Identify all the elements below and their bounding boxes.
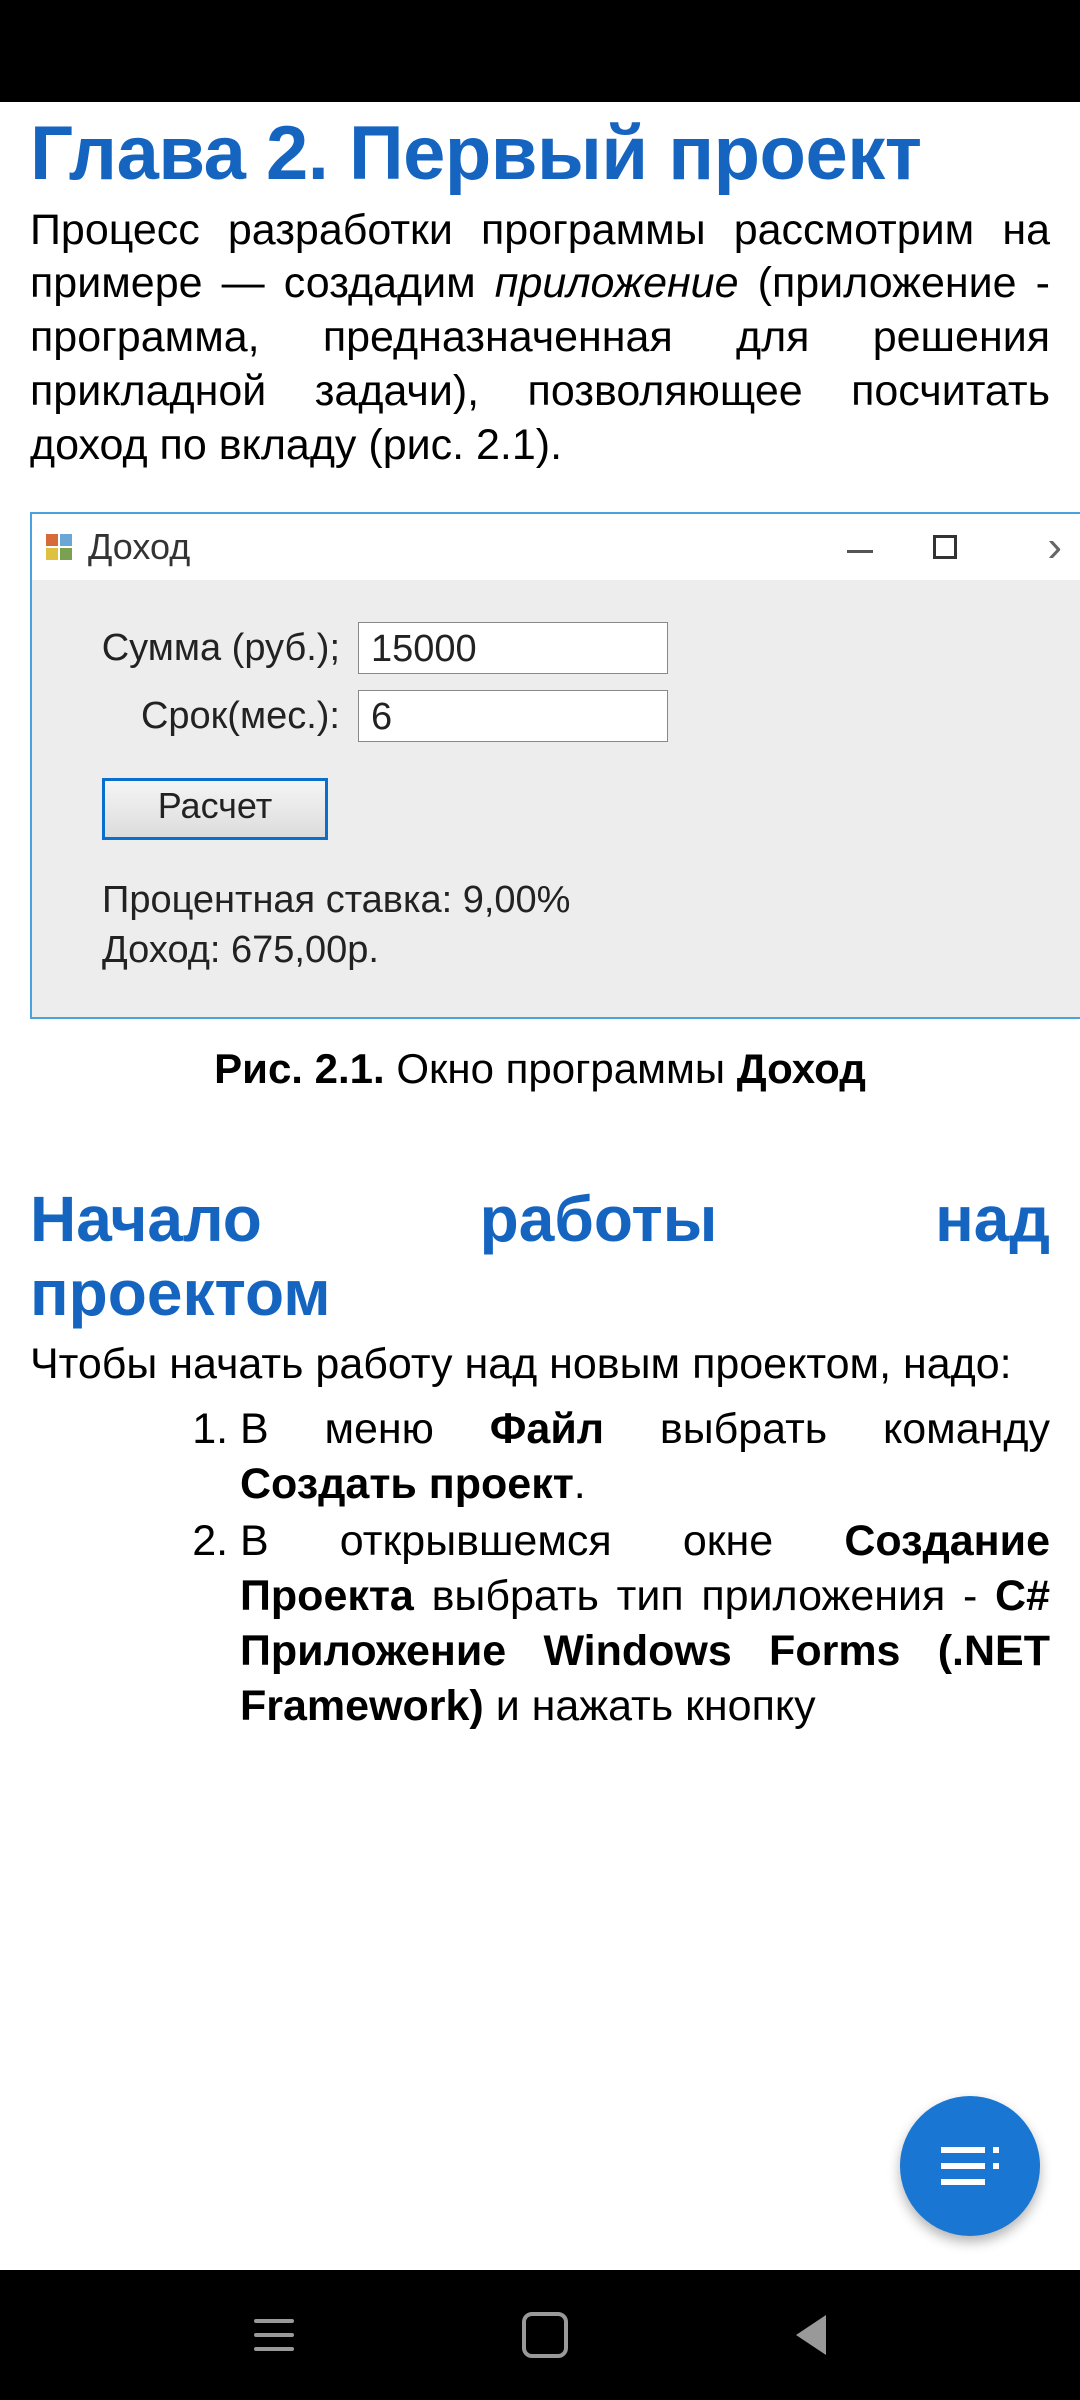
winforms-app-icon bbox=[46, 534, 72, 560]
sum-label: Сумма (руб.); bbox=[60, 627, 358, 670]
nav-home-button[interactable] bbox=[522, 2312, 568, 2358]
result-income: Доход: 675,00р. bbox=[102, 926, 1054, 975]
caption-fig: Рис. 2.1. bbox=[214, 1045, 385, 1092]
step-2: В открывшемся окне Создание Проекта выбр… bbox=[240, 1514, 1050, 1734]
s1-b: выбрать команду bbox=[604, 1405, 1050, 1453]
chevron-right-icon: › bbox=[1047, 522, 1062, 572]
figure-caption: Рис. 2.1. Окно программы Доход bbox=[30, 1045, 1050, 1093]
intro-paragraph: Процесс разработки программы рассмотрим … bbox=[30, 204, 1050, 473]
caption-text: Окно программы bbox=[385, 1045, 737, 1092]
s1-b1: Файл bbox=[490, 1405, 604, 1453]
section-intro: Чтобы начать работу над новым проектом, … bbox=[30, 1338, 1050, 1392]
section-title-line1: Начало работы над bbox=[30, 1183, 1050, 1255]
steps-list: В меню Файл выбрать команду Создать прое… bbox=[30, 1402, 1050, 1734]
titlebar-controls: › bbox=[847, 514, 1080, 580]
sum-input: 15000 bbox=[358, 622, 668, 674]
winform-titlebar: Доход › bbox=[32, 514, 1080, 580]
s2-b: выбрать тип приложения - bbox=[414, 1572, 995, 1620]
result-block: Процентная ставка: 9,00% Доход: 675,00р. bbox=[102, 876, 1054, 975]
term-input: 6 bbox=[358, 690, 668, 742]
contents-icon bbox=[941, 2147, 999, 2185]
term-label: Срок(мес.): bbox=[60, 695, 358, 738]
maximize-icon bbox=[933, 535, 957, 559]
s1-c: . bbox=[574, 1460, 586, 1508]
field-row-term: Срок(мес.): 6 bbox=[60, 690, 1054, 742]
minimize-icon bbox=[847, 550, 873, 553]
nav-recent-button[interactable] bbox=[254, 2319, 294, 2351]
s2-c: и нажать кнопку bbox=[484, 1682, 816, 1730]
fab-button[interactable] bbox=[900, 2096, 1040, 2236]
winform-body: Сумма (руб.); 15000 Срок(мес.): 6 Расчет… bbox=[32, 580, 1080, 1017]
step-1: В меню Файл выбрать команду Создать прое… bbox=[240, 1402, 1050, 1512]
field-row-sum: Сумма (руб.); 15000 bbox=[60, 622, 1054, 674]
winform-title: Доход bbox=[88, 526, 190, 568]
caption-bold: Доход bbox=[737, 1045, 866, 1092]
chapter-title: Глава 2. Первый проект bbox=[30, 102, 1050, 196]
status-bar bbox=[0, 0, 1080, 102]
s1-b2: Создать проект bbox=[240, 1460, 574, 1508]
calc-button: Расчет bbox=[102, 778, 328, 840]
result-rate: Процентная ставка: 9,00% bbox=[102, 876, 1054, 925]
section-title: Начало работы над проектом bbox=[30, 1183, 1050, 1330]
figure-winform: Доход › Сумма (руб.); 15000 Срок(мес.): … bbox=[30, 512, 1080, 1019]
s2-a: В открывшемся окне bbox=[240, 1517, 844, 1565]
document-content[interactable]: Глава 2. Первый проект Процесс разработк… bbox=[0, 102, 1080, 2270]
nav-back-button[interactable] bbox=[796, 2315, 826, 2355]
android-navbar bbox=[0, 2270, 1080, 2400]
s1-a: В меню bbox=[240, 1405, 490, 1453]
intro-em: приложение bbox=[495, 259, 739, 307]
section-title-line2: проектом bbox=[30, 1257, 1050, 1331]
